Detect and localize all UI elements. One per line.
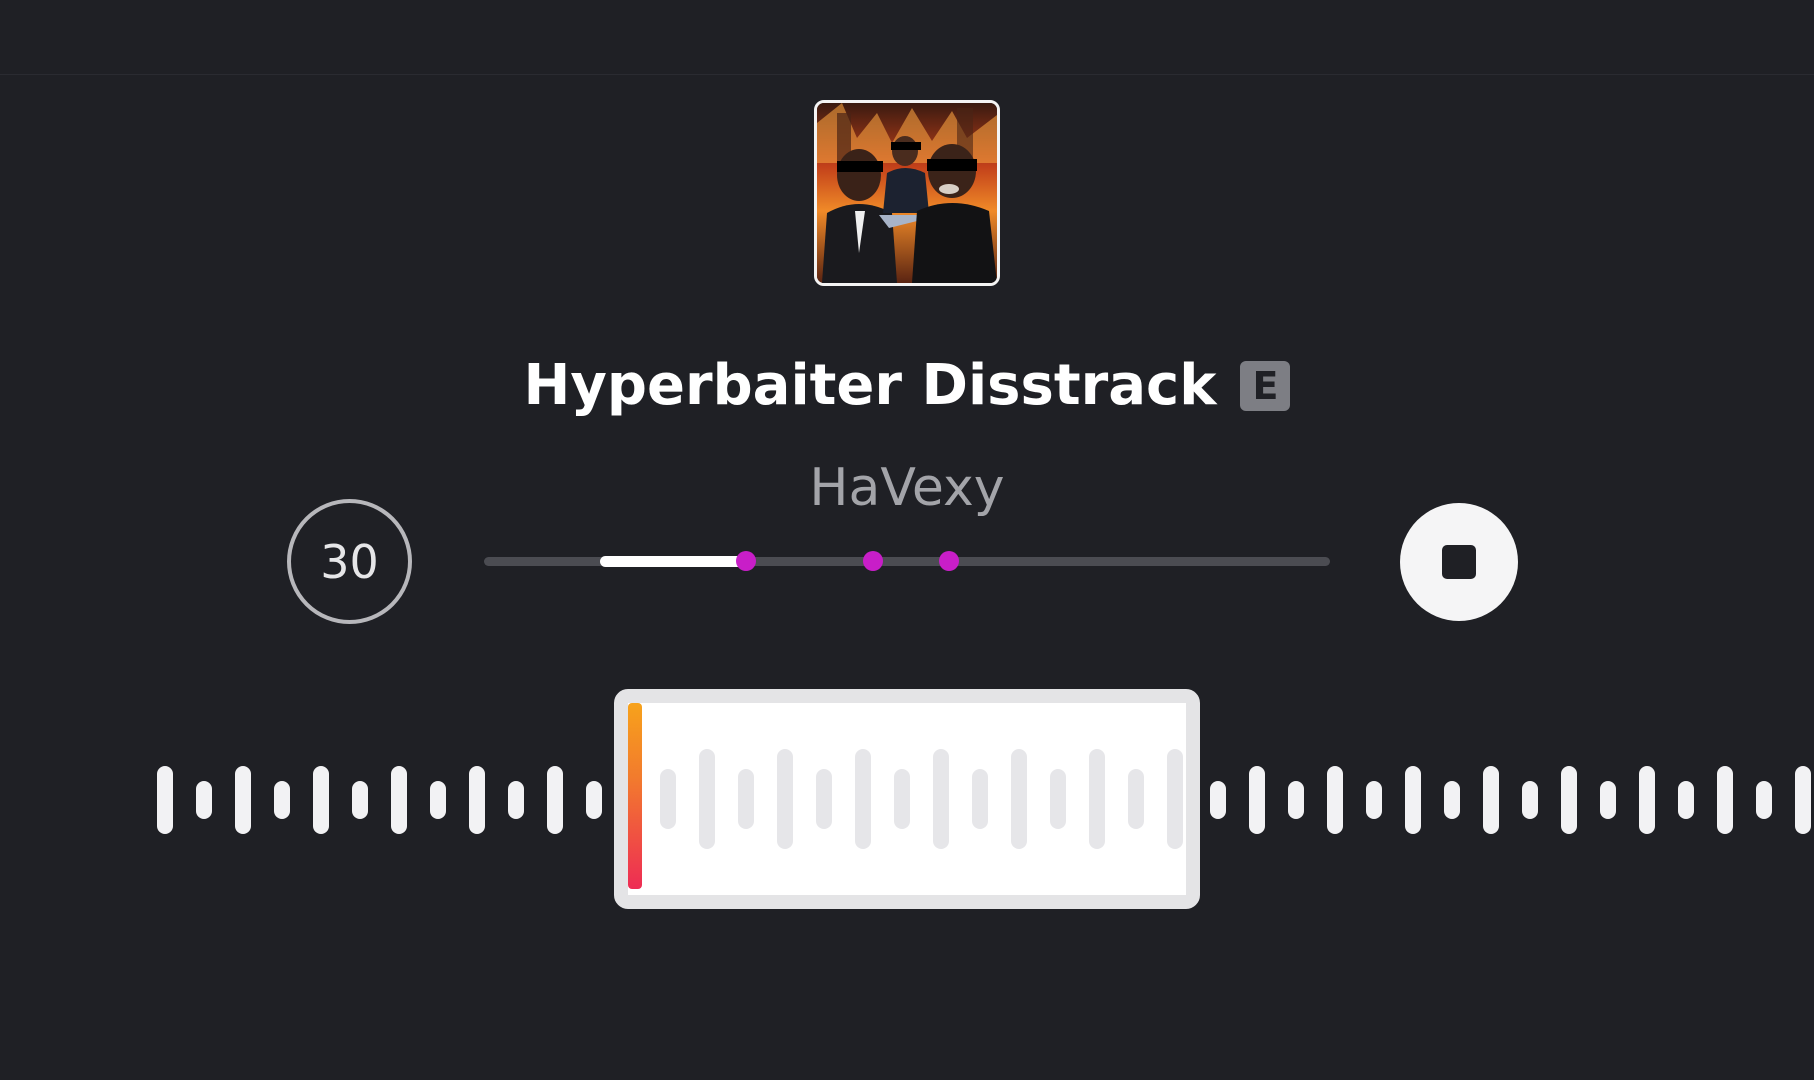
artist-name: HaVexy — [809, 458, 1005, 518]
selection-waveform-bar — [816, 769, 832, 829]
progress-marker[interactable] — [863, 551, 884, 571]
waveform-bar — [1561, 766, 1577, 834]
waveform-bar — [157, 766, 173, 834]
waveform-bar — [508, 781, 524, 819]
selection-waveform-bar — [894, 769, 910, 829]
selection-waveform-bar — [933, 749, 949, 849]
waveform-bar — [274, 781, 290, 819]
selection-waveform-bar — [1167, 749, 1183, 849]
stop-icon — [1442, 545, 1476, 579]
waveform-bar — [1483, 766, 1499, 834]
waveform-bar — [1756, 781, 1772, 819]
selection-waveform-bar — [738, 769, 754, 829]
waveform-bar — [1717, 766, 1733, 834]
progress-marker[interactable] — [736, 551, 757, 571]
waveform-bar — [1444, 781, 1460, 819]
waveform-bar — [1210, 781, 1226, 819]
waveform-bar — [1405, 766, 1421, 834]
waveform-bar — [1795, 766, 1811, 834]
clip-selection-window[interactable] — [614, 689, 1200, 909]
waveform-bar — [469, 766, 485, 834]
progress-marker[interactable] — [939, 551, 960, 571]
waveform-bar — [1600, 781, 1616, 819]
waveform-bar — [1249, 766, 1265, 834]
track-title-row: Hyperbaiter Disstrack E — [0, 352, 1814, 420]
waveform-bar — [1678, 781, 1694, 819]
progress-selection-fill — [599, 556, 747, 567]
selection-waveform-bar — [972, 769, 988, 829]
album-art-image — [817, 103, 997, 283]
progress-track[interactable] — [484, 551, 1330, 571]
album-art — [814, 100, 1000, 286]
waveform-bar — [196, 781, 212, 819]
selection-waveform-bar — [699, 749, 715, 849]
waveform-bar — [1366, 781, 1382, 819]
waveform-bar — [547, 766, 563, 834]
selection-waveform-bar — [1089, 749, 1105, 849]
explicit-badge-icon: E — [1240, 361, 1291, 411]
selection-waveform-bar — [855, 749, 871, 849]
selection-waveform-bar — [777, 749, 793, 849]
song-title: Hyperbaiter Disstrack — [523, 353, 1217, 418]
waveform-bar — [1522, 781, 1538, 819]
selection-waveform-bar — [1128, 769, 1144, 829]
timer-30-button[interactable]: 30 — [287, 499, 412, 624]
waveform-bar — [235, 766, 251, 834]
waveform-bar — [391, 766, 407, 834]
waveform-bar — [1288, 781, 1304, 819]
top-divider — [0, 74, 1814, 75]
music-clip-picker-screen: Hyperbaiter Disstrack E HaVexy 30 — [0, 0, 1814, 1080]
selection-waveform-bar — [1050, 769, 1066, 829]
waveform-bar — [430, 781, 446, 819]
selection-waveform-bar — [1011, 749, 1027, 849]
stop-button[interactable] — [1400, 503, 1518, 621]
clip-start-handle[interactable] — [628, 703, 642, 889]
timer-label: 30 — [320, 534, 379, 589]
waveform-bar — [352, 781, 368, 819]
waveform-bar — [586, 781, 602, 819]
waveform-bar — [1639, 766, 1655, 834]
selection-waveform — [628, 703, 1186, 895]
waveform-bar — [313, 766, 329, 834]
waveform-bar — [1327, 766, 1343, 834]
selection-waveform-bar — [660, 769, 676, 829]
